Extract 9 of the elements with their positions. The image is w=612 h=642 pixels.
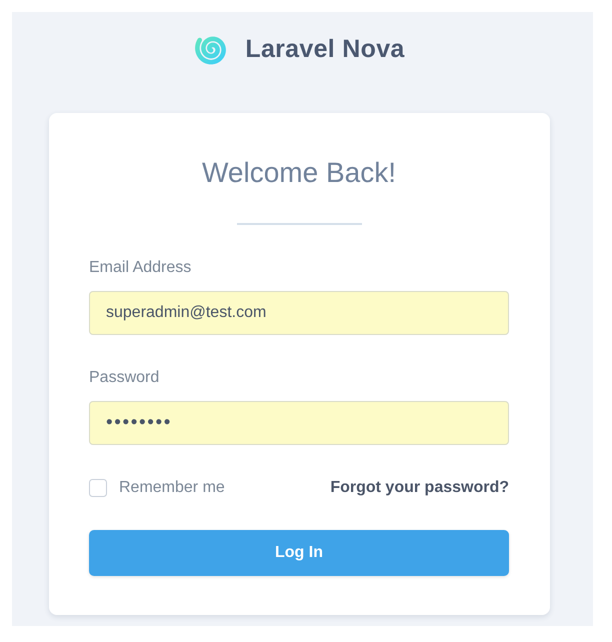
forgot-password-link[interactable]: Forgot your password?: [330, 479, 509, 497]
welcome-title: Welcome Back!: [201, 156, 397, 190]
field-label: Password: [89, 368, 160, 388]
field-label: Email Address: [89, 258, 192, 278]
password-field[interactable]: ••••••••: [89, 401, 509, 445]
remember-label: Remember me: [119, 479, 225, 497]
email-field[interactable]: superadmin@test.com: [89, 291, 509, 335]
brand-name: Laravel Nova: [245, 34, 405, 64]
remember-checkbox[interactable]: [89, 479, 107, 497]
